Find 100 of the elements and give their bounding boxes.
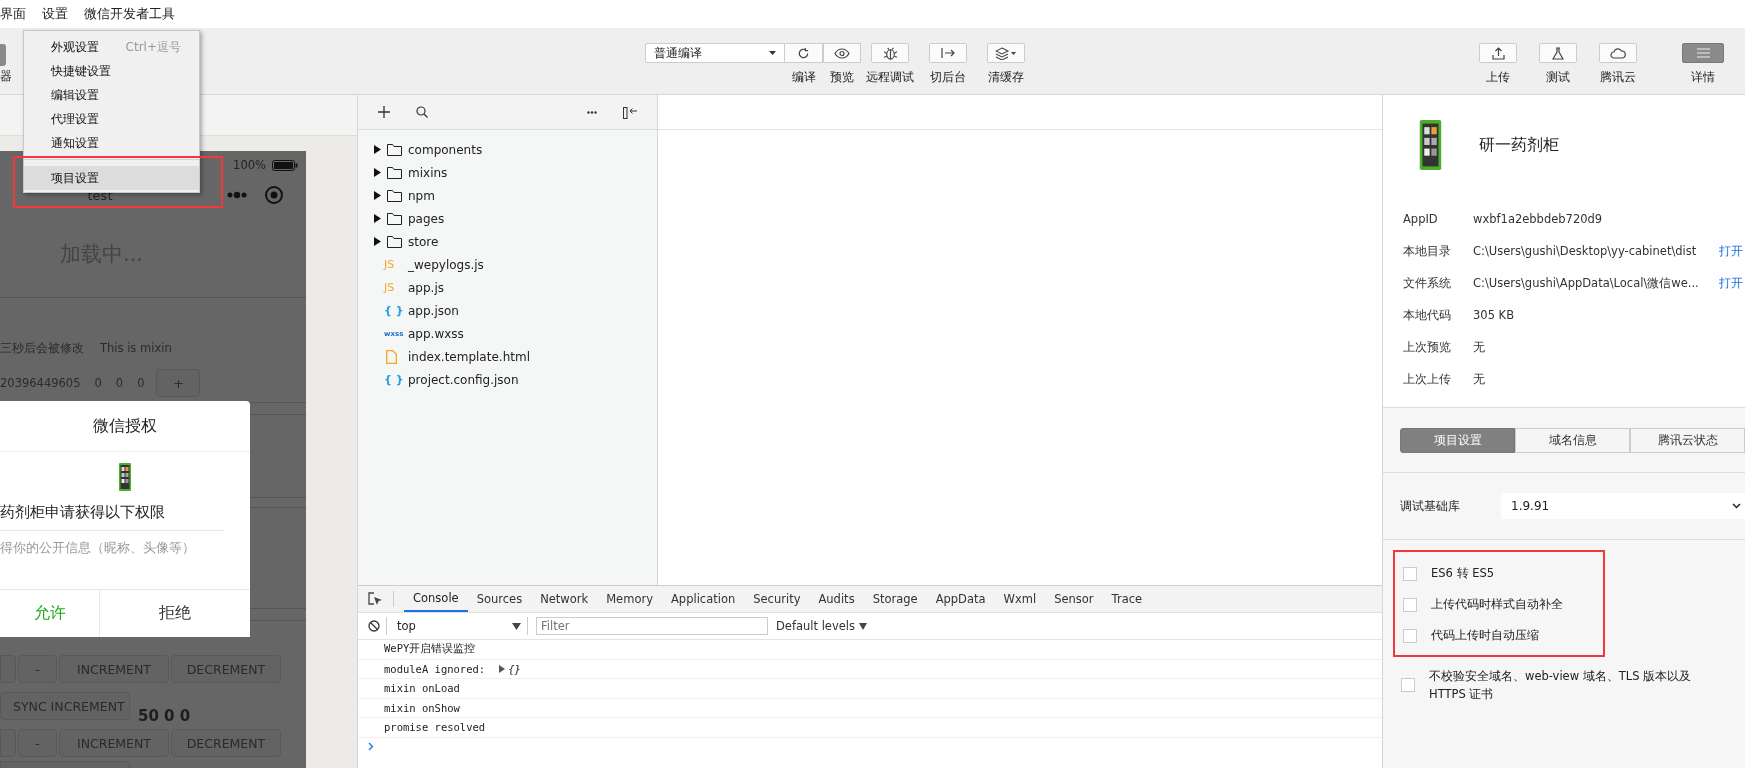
- collapse-panel-icon[interactable]: [623, 105, 637, 119]
- toolbar-button[interactable]: [1599, 43, 1637, 63]
- settings-tab[interactable]: 腾讯云状态: [1630, 427, 1745, 453]
- expand-arrow-icon[interactable]: [374, 145, 381, 154]
- info-value: 无: [1473, 371, 1485, 387]
- devtools-tab[interactable]: Sources: [467, 586, 532, 612]
- exit-arrow-icon: [940, 47, 956, 59]
- more-icon[interactable]: [587, 110, 597, 114]
- file-tree-item[interactable]: { } app.json: [358, 299, 657, 322]
- file-tree-item[interactable]: store: [358, 230, 657, 253]
- file-type-icon: { }: [384, 304, 408, 317]
- file-type-icon: { }: [384, 373, 408, 386]
- devtools-tab[interactable]: AppData: [926, 586, 995, 612]
- file-tree-item[interactable]: npm: [358, 184, 657, 207]
- menu-item[interactable]: 外观设置 Ctrl+逗号: [24, 35, 199, 59]
- inspect-icon[interactable]: [368, 591, 383, 607]
- info-value: wxbf1a2ebbdeb720d9: [1473, 212, 1603, 226]
- devtools-tab[interactable]: Security: [744, 586, 810, 612]
- add-icon[interactable]: [378, 106, 390, 118]
- filter-field[interactable]: Filter: [536, 617, 768, 635]
- prompt-chevron-icon[interactable]: [368, 742, 374, 751]
- compile-mode-select[interactable]: 普通编译: [645, 43, 785, 63]
- open-link[interactable]: 打开: [1719, 275, 1745, 291]
- bug-icon: [882, 45, 898, 61]
- devtools-tab[interactable]: Network: [531, 586, 598, 612]
- info-label: AppID: [1403, 212, 1439, 226]
- file-tree-item[interactable]: JS app.js: [358, 276, 657, 299]
- devtools-tab[interactable]: Trace: [1102, 586, 1152, 612]
- devtools-tab[interactable]: Storage: [863, 586, 927, 612]
- folder-icon: [387, 143, 402, 156]
- console-message: moduleA ignored:: [384, 662, 486, 675]
- toolbar-button[interactable]: [871, 43, 909, 63]
- search-icon[interactable]: [416, 106, 428, 118]
- capsule-icon[interactable]: [226, 185, 286, 205]
- toolbar-label: 上传: [1486, 69, 1510, 86]
- console-object[interactable]: {}: [508, 662, 521, 675]
- menu-bar-item[interactable]: 微信开发者工具: [84, 5, 181, 23]
- toolbar-label: 详情: [1691, 69, 1715, 86]
- menu-bar-item[interactable]: 界面: [0, 5, 32, 23]
- file-type-icon: JS: [384, 281, 408, 294]
- toolbar-button[interactable]: [1479, 43, 1517, 63]
- checkbox[interactable]: [1403, 628, 1417, 643]
- toolbar-button[interactable]: [785, 43, 823, 63]
- file-tree-item[interactable]: index.template.html: [358, 345, 657, 368]
- clear-console-icon[interactable]: [368, 620, 380, 632]
- menu-item[interactable]: 快捷键设置: [24, 59, 199, 83]
- page-text: This is mixin: [100, 341, 172, 355]
- file-tree-item[interactable]: { } project.config.json: [358, 368, 657, 391]
- devtools-tab[interactable]: Audits: [809, 586, 864, 612]
- caret-icon: [769, 51, 776, 55]
- folder-icon: [387, 166, 402, 179]
- info-label: 本地代码: [1403, 307, 1452, 323]
- context-select[interactable]: top: [393, 619, 521, 633]
- info-label: 上次上传: [1403, 371, 1452, 387]
- settings-tab[interactable]: 项目设置: [1400, 427, 1515, 453]
- menu-icon: [1696, 48, 1710, 58]
- file-tree-item[interactable]: pages: [358, 207, 657, 230]
- devtools-tab[interactable]: Wxml: [994, 586, 1046, 612]
- battery-percent: 100%: [233, 158, 266, 172]
- file-tree-item[interactable]: components: [358, 138, 657, 161]
- cabinet-icon: [1419, 120, 1442, 170]
- file-icon: [386, 349, 397, 364]
- file-tree-item[interactable]: JS _wepylogs.js: [358, 253, 657, 276]
- checkbox[interactable]: [1403, 566, 1417, 581]
- devtools-tab[interactable]: Sensor: [1045, 586, 1103, 612]
- menu-item[interactable]: 编辑设置: [24, 83, 199, 107]
- info-value: 305 KB: [1473, 308, 1515, 322]
- devtools-tab[interactable]: Application: [661, 586, 745, 612]
- toolbar-button[interactable]: [823, 43, 861, 63]
- toolbar-label: 切后台: [930, 69, 966, 86]
- checkbox[interactable]: [1401, 678, 1415, 693]
- toolbar-button[interactable]: [1539, 43, 1577, 63]
- checkbox[interactable]: [1403, 597, 1417, 612]
- open-link[interactable]: 打开: [1719, 243, 1745, 259]
- folder-icon: [387, 212, 402, 225]
- expand-arrow-icon[interactable]: [374, 237, 381, 246]
- menu-bar-item[interactable]: 设置: [42, 5, 74, 23]
- toolbar-label: 编译: [792, 69, 816, 86]
- expand-arrow-icon[interactable]: [374, 168, 381, 177]
- info-label: 文件系统: [1403, 275, 1452, 291]
- devtools-tab[interactable]: Console: [404, 586, 468, 612]
- toolbar-label: 预览: [830, 69, 854, 86]
- toolbar-button[interactable]: [987, 43, 1025, 63]
- menu-item[interactable]: 项目设置: [24, 166, 199, 190]
- menu-item[interactable]: 通知设置: [24, 131, 199, 155]
- devtools-tab[interactable]: Memory: [597, 586, 662, 612]
- folder-icon: [387, 189, 402, 202]
- chevron-icon: [1732, 503, 1741, 509]
- expand-arrow-icon[interactable]: [374, 214, 381, 223]
- log-levels-dropdown[interactable]: Default levels: [776, 619, 867, 633]
- value-text: 50 0 0: [138, 707, 191, 725]
- expand-arrow-icon[interactable]: [374, 191, 381, 200]
- base-library-select[interactable]: 1.9.91: [1501, 493, 1745, 519]
- folder-icon: [387, 235, 402, 248]
- cabinet-icon: [119, 463, 131, 491]
- expand-arrow-icon[interactable]: [499, 664, 506, 673]
- settings-tab[interactable]: 域名信息: [1515, 427, 1630, 453]
- file-tree-item[interactable]: mixins: [358, 161, 657, 184]
- counter-text: 0: [94, 376, 102, 390]
- counter-text: 0: [137, 376, 145, 390]
